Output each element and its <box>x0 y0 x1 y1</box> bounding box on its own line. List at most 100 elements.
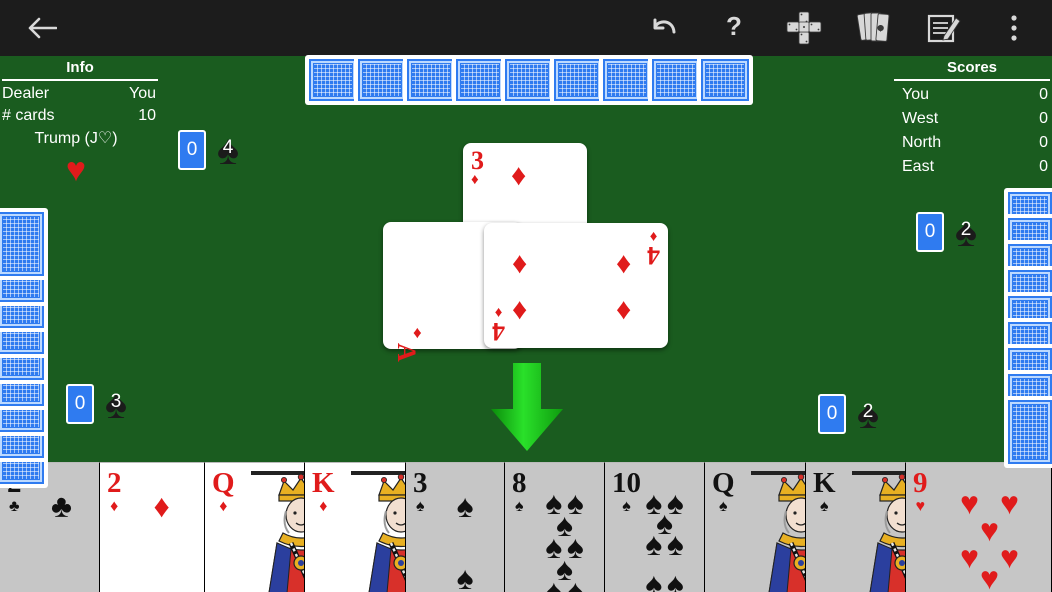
badge-tricks-north-west: ♠ 4 <box>208 128 248 172</box>
badge-tricks-value-south: 2 <box>862 401 874 422</box>
trick-west-suit: ♦ <box>413 323 422 342</box>
trick-north-pip: ♦ <box>511 159 527 192</box>
help-icon[interactable]: ? <box>714 8 754 48</box>
card-back <box>648 55 704 105</box>
trick-east-pip-2: ♦ <box>616 247 632 280</box>
card-back-pattern <box>307 57 359 103</box>
back-arrow-icon[interactable] <box>22 8 62 48</box>
card-pip: ♠ <box>656 505 673 542</box>
card-back <box>550 55 606 105</box>
hand-card-rank: K <box>813 467 836 499</box>
score-row-north: North 0 <box>892 131 1052 155</box>
card-back <box>354 55 410 105</box>
scorepad-icon[interactable] <box>924 8 964 48</box>
info-panel-title: Info <box>66 59 94 76</box>
info-row-cards: # cards 10 <box>0 105 160 127</box>
card-pip: ♠ <box>456 559 474 592</box>
hand-card-suit: ♦ <box>219 498 228 515</box>
card-back <box>1004 396 1052 468</box>
hand-card-suit: ♠ <box>719 498 728 515</box>
court-card-art <box>751 471 805 592</box>
card-back <box>305 55 361 105</box>
hand-card-k-3[interactable]: K ♦ <box>305 462 406 592</box>
hand-card-8-5[interactable]: 8 ♠ ♠ ♠ ♠ ♠ ♠ ♠ ♠ ♠ <box>505 462 605 592</box>
court-card-art <box>251 471 304 592</box>
score-value-east: 0 <box>1039 158 1048 175</box>
overflow-menu-icon[interactable] <box>994 8 1034 48</box>
card-fan-icon[interactable] <box>854 8 894 48</box>
card-pip: ♥ <box>980 512 999 548</box>
card-back <box>599 55 655 105</box>
hand-card-corner: K ♦ <box>312 469 335 515</box>
court-card-art <box>852 471 905 592</box>
hand-card-3-4[interactable]: 3 ♠ ♠ ♠ <box>406 462 505 592</box>
card-back <box>452 55 508 105</box>
score-label-east: East <box>902 158 935 175</box>
hand-card-q-2[interactable]: Q ♦ <box>205 462 305 592</box>
card-back <box>0 208 48 280</box>
trick-east-pip-4: ♦ <box>616 293 632 326</box>
score-row-west: West 0 <box>892 107 1052 131</box>
scores-panel: Scores You 0 West 0 North 0 East 0 <box>892 58 1052 179</box>
trick-east-rank-alt: 4 <box>492 317 505 346</box>
hand-card-rank: K <box>312 467 335 499</box>
table-layout-icon[interactable] <box>784 8 824 48</box>
card-pip: ♥ <box>960 484 979 521</box>
card-back-pattern <box>454 57 506 103</box>
score-value-west: 0 <box>1039 110 1048 127</box>
hand-card-suit: ♦ <box>319 498 328 515</box>
info-label-dealer: Dealer <box>2 85 50 102</box>
card-back <box>697 55 753 105</box>
badge-bid-east: 0 <box>916 212 944 252</box>
scores-panel-title: Scores <box>946 59 998 76</box>
card-pip: ♥ <box>1000 539 1019 576</box>
badge-tricks-east: ♠ 2 <box>946 210 986 254</box>
card-pip: ♥ <box>980 559 999 592</box>
hand-card-pips: ♠ ♠ ♠ ♠ ♠ ♠ ♠ ♠ <box>505 463 604 592</box>
hand-card-suit: ♠ <box>820 498 829 515</box>
card-pip: ♥ <box>960 585 979 592</box>
hand-card-9-9[interactable]: 9♥♥♥♥♥♥♥♥♥♥ <box>906 462 1052 592</box>
hand-card-rank: Q <box>712 467 735 499</box>
hand-card-pips: ♠ ♠ <box>406 463 504 592</box>
card-pip: ♥ <box>1000 484 1019 521</box>
hand-card-pips: ♦ <box>100 463 204 592</box>
card-back-pattern <box>0 210 46 278</box>
card-pip: ♦ <box>153 488 170 525</box>
card-pip: ♠ <box>556 506 573 543</box>
hand-card-2-1[interactable]: 2 ♦ ♦ <box>100 462 205 592</box>
card-back-pattern <box>1006 398 1052 466</box>
trick-card-east[interactable]: 4 ♦ 4 ♦ ♦ ♦ ♦ ♦ <box>484 223 668 348</box>
undo-icon[interactable] <box>644 8 684 48</box>
info-row-dealer: Dealer You <box>0 83 160 105</box>
info-value-dealer: You <box>129 85 156 102</box>
score-row-you: You 0 <box>892 83 1052 107</box>
trick-east-rank: 4 <box>647 241 660 270</box>
badge-bid-north-west: 0 <box>178 130 206 170</box>
scores-panel-divider <box>894 79 1050 81</box>
trump-suit-icon: ♥ <box>65 151 87 189</box>
hand-card-corner: Q ♦ <box>212 469 235 515</box>
card-pip: ♣ <box>51 488 72 525</box>
badge-tricks-south: ♠ 2 <box>848 392 888 436</box>
trump-label: Trump (J♡) <box>34 130 118 147</box>
trick-east-pip-3: ♦ <box>512 293 528 326</box>
card-back-pattern <box>650 57 702 103</box>
badge-tricks-west: ♠ 3 <box>96 382 136 426</box>
score-row-east: East 0 <box>892 155 1052 179</box>
card-pip: ♥ <box>960 539 979 576</box>
score-label-you: You <box>902 86 929 103</box>
hand-card-corner: Q ♠ <box>712 469 735 515</box>
trick-west-rank: A <box>392 343 421 362</box>
info-panel-divider <box>2 79 158 81</box>
badge-tricks-value-east: 2 <box>960 219 972 240</box>
hand-card-q-7[interactable]: Q ♠ <box>705 462 806 592</box>
svg-text:?: ? <box>726 13 742 41</box>
trick-north-rank: 3 <box>471 146 484 175</box>
hand-card-10-6[interactable]: 10♠♠♠♠♠♠♠♠♠♠♠ <box>605 462 705 592</box>
hand-card-k-8[interactable]: K ♠ <box>806 462 906 592</box>
player-hand: 2♣♣2♦♦Q♦ K♦ <box>0 462 1052 592</box>
card-pip: ♥ <box>1000 585 1019 592</box>
top-toolbar: ? <box>0 0 1052 56</box>
hand-card-pips: ♠♠♠♠♠♠♠♠♠♠ <box>605 463 704 592</box>
